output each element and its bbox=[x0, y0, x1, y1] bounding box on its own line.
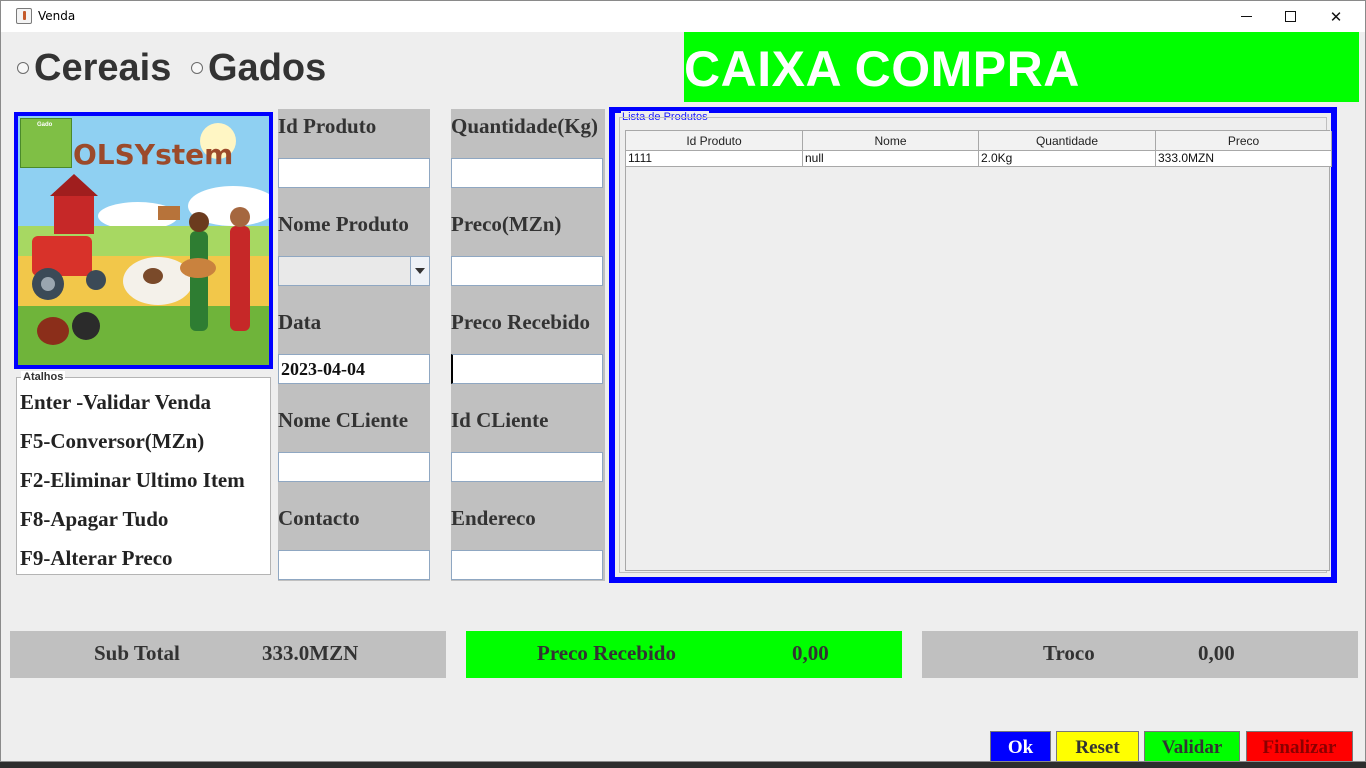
chevron-down-icon[interactable] bbox=[410, 257, 429, 285]
subtotal-bar: Sub Total 333.0MZN bbox=[10, 631, 446, 678]
preco-recebido-bar: Preco Recebido 0,00 bbox=[466, 631, 902, 678]
nome-cliente-input[interactable] bbox=[278, 452, 430, 482]
preco-recebido-label: Preco Recebido bbox=[451, 310, 590, 334]
venda-window: Venda ✕ Cereais Gados CAIXA COMPRA Gado … bbox=[0, 0, 1366, 762]
radio-circle-icon[interactable] bbox=[191, 62, 203, 74]
subtotal-value: 333.0MZN bbox=[262, 641, 359, 665]
radio-circle-icon[interactable] bbox=[17, 62, 29, 74]
finalizar-button[interactable]: Finalizar bbox=[1246, 731, 1353, 761]
table-cell[interactable]: null bbox=[803, 151, 979, 167]
column-header-id-produto[interactable]: Id Produto bbox=[626, 131, 803, 151]
subtotal-label: Sub Total bbox=[94, 641, 180, 665]
table-cell[interactable]: 1111 bbox=[626, 151, 803, 167]
id-cliente-label: Id CLiente bbox=[451, 408, 549, 432]
ok-button[interactable]: Ok bbox=[990, 731, 1051, 761]
logo-badge: Gado bbox=[20, 118, 72, 168]
maximize-icon bbox=[1284, 11, 1296, 22]
endereco-input[interactable] bbox=[451, 550, 603, 580]
column-header-preco[interactable]: Preco bbox=[1156, 131, 1332, 151]
maximize-button[interactable] bbox=[1267, 1, 1313, 32]
contacto-label: Contacto bbox=[278, 506, 360, 530]
caixa-banner: CAIXA COMPRA bbox=[684, 32, 1359, 102]
product-form: Id Produto Quantidade(Kg) Nome Produto P… bbox=[278, 109, 605, 581]
endereco-label: Endereco bbox=[451, 506, 536, 530]
troco-value: 0,00 bbox=[1198, 641, 1235, 665]
form-divider bbox=[430, 109, 451, 581]
shortcut-f5: F5-Conversor(MZn) bbox=[20, 429, 205, 453]
id-produto-label: Id Produto bbox=[278, 114, 377, 138]
data-input[interactable]: 2023-04-04 bbox=[278, 354, 430, 384]
shortcut-f2: F2-Eliminar Ultimo Item bbox=[20, 468, 245, 492]
radio-cereais-label[interactable]: Cereais bbox=[34, 49, 171, 87]
minimize-button[interactable] bbox=[1223, 1, 1269, 32]
shortcut-f9: F9-Alterar Preco bbox=[20, 546, 173, 570]
java-app-icon bbox=[16, 8, 32, 24]
product-list-border: Id Produto Nome Quantidade Preco 1111 nu… bbox=[619, 117, 1332, 573]
nome-cliente-label: Nome CLiente bbox=[278, 408, 409, 432]
products-table[interactable]: Id Produto Nome Quantidade Preco 1111 nu… bbox=[625, 130, 1332, 571]
troco-label: Troco bbox=[1043, 641, 1095, 665]
id-cliente-input[interactable] bbox=[451, 452, 603, 482]
nome-produto-label: Nome Produto bbox=[278, 212, 409, 236]
table-cell[interactable]: 2.0Kg bbox=[979, 151, 1156, 167]
troco-bar: Troco 0,00 bbox=[922, 631, 1358, 678]
shortcuts-title: Atalhos bbox=[21, 371, 66, 383]
window-title: Venda bbox=[38, 9, 76, 23]
validar-button[interactable]: Validar bbox=[1144, 731, 1240, 761]
minimize-icon bbox=[1240, 16, 1252, 17]
quantidade-label: Quantidade(Kg) bbox=[451, 114, 599, 138]
column-header-nome[interactable]: Nome bbox=[803, 131, 979, 151]
radio-cereais[interactable]: Cereais bbox=[17, 49, 171, 87]
banner-title: CAIXA COMPRA bbox=[684, 41, 1080, 97]
preco-label: Preco(MZn) bbox=[451, 212, 562, 236]
shortcut-enter: Enter -Validar Venda bbox=[20, 390, 211, 414]
preco-recebido-total-label: Preco Recebido bbox=[537, 641, 676, 665]
taskbar bbox=[0, 762, 1366, 768]
radio-gados-label[interactable]: Gados bbox=[208, 49, 326, 87]
preco-recebido-input[interactable] bbox=[451, 354, 603, 384]
logo-badge-text: Gado bbox=[37, 122, 53, 128]
preco-recebido-total-value: 0,00 bbox=[792, 641, 829, 665]
shortcuts-panel: Atalhos Enter -Validar Venda F5-Converso… bbox=[16, 371, 271, 575]
logo-brand: OLSYstem bbox=[73, 138, 234, 171]
column-header-quantidade[interactable]: Quantidade bbox=[979, 131, 1156, 151]
close-icon: ✕ bbox=[1329, 7, 1343, 26]
preco-input[interactable] bbox=[451, 256, 603, 286]
nome-produto-select[interactable] bbox=[278, 256, 430, 286]
radio-gados[interactable]: Gados bbox=[191, 49, 326, 87]
title-bar: Venda ✕ bbox=[1, 1, 1365, 32]
product-list-panel: Lista de Produtos Id Produto Nome Quanti… bbox=[609, 107, 1337, 583]
quantidade-input[interactable] bbox=[451, 158, 603, 188]
id-produto-input[interactable] bbox=[278, 158, 430, 188]
shortcut-f8: F8-Apagar Tudo bbox=[20, 507, 169, 531]
reset-button[interactable]: Reset bbox=[1056, 731, 1139, 761]
table-cell[interactable]: 333.0MZN bbox=[1156, 151, 1332, 167]
data-label: Data bbox=[278, 310, 322, 334]
contacto-input[interactable] bbox=[278, 550, 430, 580]
logo-image: Gado OLSYstem bbox=[14, 112, 273, 369]
close-button[interactable]: ✕ bbox=[1313, 1, 1359, 32]
